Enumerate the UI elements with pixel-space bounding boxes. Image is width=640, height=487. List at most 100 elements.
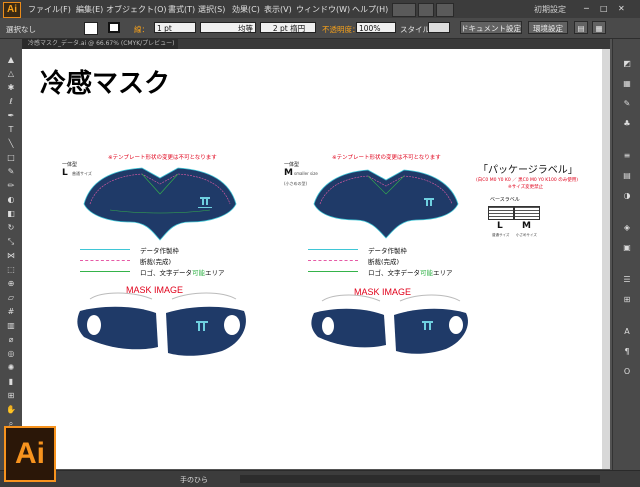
legend-trim: 断裁(完成) xyxy=(140,258,172,266)
layout-button[interactable] xyxy=(436,3,454,17)
gradient-panel-icon[interactable]: ▤ xyxy=(620,171,634,181)
type-label-right: 一体型 xyxy=(284,162,300,168)
selection-status: 選択なし xyxy=(6,25,36,34)
brush-select[interactable]: 2 pt 楕円 xyxy=(260,22,316,33)
lasso-tool-icon[interactable]: ℓ xyxy=(4,97,18,107)
package-size-l: L xyxy=(497,221,503,231)
graphic-styles-panel-icon[interactable]: ▣ xyxy=(620,243,634,253)
menu-effect[interactable]: 効果(C) xyxy=(232,4,260,15)
pen-tool-icon[interactable]: ✒ xyxy=(4,111,18,121)
character-panel-icon[interactable]: A xyxy=(620,327,634,337)
legend-logo-area: ロゴ、文字データ可能エリア xyxy=(140,267,225,277)
horizontal-scrollbar[interactable] xyxy=(240,475,600,483)
hand-tool-icon[interactable]: ✋ xyxy=(4,405,18,415)
scale-tool-icon[interactable]: ⤡ xyxy=(4,237,18,247)
perspective-grid-tool-icon[interactable]: ▱ xyxy=(4,293,18,303)
rectangle-tool-icon[interactable]: □ xyxy=(4,153,18,163)
width-tool-icon[interactable]: ⋈ xyxy=(4,251,18,261)
symbols-panel-icon[interactable]: ♣ xyxy=(620,119,634,129)
stroke-style-select[interactable]: 均等 xyxy=(200,22,256,33)
paragraph-panel-icon[interactable]: ¶ xyxy=(620,347,634,357)
legend-data-frame-right: データ作製枠 xyxy=(368,247,407,255)
maximize-icon[interactable]: □ xyxy=(600,4,608,13)
free-transform-tool-icon[interactable]: ⬚ xyxy=(4,265,18,275)
opentype-panel-icon[interactable]: O xyxy=(620,367,634,377)
close-icon[interactable]: ✕ xyxy=(618,4,625,13)
menu-file[interactable]: ファイル(F) xyxy=(28,4,71,15)
document-tab[interactable]: 冷感マスク_データ.ai @ 66.67% (CMYK/プレビュー) xyxy=(22,39,178,49)
rotate-tool-icon[interactable]: ↻ xyxy=(4,223,18,233)
tools-panel: ▲ △ ✱ ℓ ✒ T ╲ □ ✎ ✏ ◐ ◧ ↻ ⤡ ⋈ ⬚ ⊕ ▱ # ▥ … xyxy=(0,39,23,479)
menu-bar: Ai ファイル(F) 編集(E) オブジェクト(O) 書式(T) 選択(S) 効… xyxy=(0,0,640,18)
mask-image-right xyxy=(311,294,468,354)
legend-logo-area-prefix: ロゴ、文字データ xyxy=(140,269,192,277)
workspace-switcher[interactable]: 初期設定 xyxy=(534,4,566,15)
artboard[interactable]: 冷感マスク ※テンプレート形状の変更は不可となります 一体型 L 普通サイズ デ… xyxy=(22,49,610,469)
vertical-scrollbar[interactable] xyxy=(602,49,610,469)
gradient-tool-icon[interactable]: ▥ xyxy=(4,321,18,331)
menu-edit[interactable]: 編集(E) xyxy=(76,4,103,15)
stroke-label[interactable]: 線： xyxy=(134,24,149,35)
minimize-icon[interactable]: ─ xyxy=(584,4,589,13)
line-tool-icon[interactable]: ╲ xyxy=(4,139,18,149)
direct-selection-tool-icon[interactable]: △ xyxy=(4,69,18,79)
bridge-button[interactable] xyxy=(392,3,416,17)
opacity-field[interactable]: 100% xyxy=(356,22,396,33)
illustrator-logo: Ai xyxy=(4,426,56,482)
menu-object[interactable]: オブジェクト(O) xyxy=(106,4,167,15)
legend-logo-area-suffix-right: エリア xyxy=(433,269,453,277)
stroke-panel-icon[interactable]: ≡ xyxy=(620,151,634,161)
appearance-panel-icon[interactable]: ◈ xyxy=(620,223,634,233)
preferences-button[interactable]: 環境設定 xyxy=(528,21,568,34)
type-tool-icon[interactable]: T xyxy=(4,125,18,135)
blob-brush-tool-icon[interactable]: ◐ xyxy=(4,195,18,205)
eraser-tool-icon[interactable]: ◧ xyxy=(4,209,18,219)
mesh-tool-icon[interactable]: # xyxy=(4,307,18,317)
document-setup-button[interactable]: ドキュメント設定 xyxy=(460,21,522,34)
artboard-tool-icon[interactable]: ⊞ xyxy=(4,391,18,401)
menu-window[interactable]: ウィンドウ(W) xyxy=(296,4,350,15)
legend-data-frame: データ作製枠 xyxy=(140,247,179,255)
shape-builder-tool-icon[interactable]: ⊕ xyxy=(4,279,18,289)
menu-select[interactable]: 選択(S) xyxy=(198,4,225,15)
status-bar: 手のひら xyxy=(0,470,640,487)
color-panel-icon[interactable]: ◩ xyxy=(620,59,634,69)
stroke-swatch[interactable] xyxy=(108,22,120,33)
stroke-weight-field[interactable]: 1 pt xyxy=(154,22,196,33)
artboards-panel-icon[interactable]: ⊞ xyxy=(620,295,634,305)
document-tab-bar: 冷感マスク_データ.ai @ 66.67% (CMYK/プレビュー) xyxy=(22,39,610,49)
legend-line-trim xyxy=(80,260,130,261)
brushes-panel-icon[interactable]: ✎ xyxy=(620,99,634,109)
fill-swatch[interactable] xyxy=(84,22,98,35)
arrange-docs-button[interactable] xyxy=(418,3,434,17)
app-icon[interactable]: Ai xyxy=(3,2,21,18)
opacity-label[interactable]: 不透明度： xyxy=(322,24,360,35)
graph-tool-icon[interactable]: ▮ xyxy=(4,377,18,387)
menu-view[interactable]: 表示(V) xyxy=(264,4,292,15)
layers-panel-icon[interactable]: ☰ xyxy=(620,275,634,285)
swatches-panel-icon[interactable]: ▦ xyxy=(620,79,634,89)
eyedropper-tool-icon[interactable]: ⌀ xyxy=(4,335,18,345)
paintbrush-tool-icon[interactable]: ✎ xyxy=(4,167,18,177)
legend-line-logo-area xyxy=(80,271,130,272)
transform-icon[interactable]: ▦ xyxy=(592,21,606,34)
legend-logo-area-right: ロゴ、文字データ可能エリア xyxy=(368,267,453,277)
legend-logo-area-suffix: エリア xyxy=(205,269,225,277)
legend-logo-area-prefix-right: ロゴ、文字データ xyxy=(368,269,420,277)
transparency-panel-icon[interactable]: ◑ xyxy=(620,191,634,201)
legend-line-trim-right xyxy=(308,260,358,261)
selection-tool-icon[interactable]: ▲ xyxy=(4,55,18,65)
blend-tool-icon[interactable]: ◎ xyxy=(4,349,18,359)
align-icon[interactable]: ▤ xyxy=(574,21,588,34)
magic-wand-tool-icon[interactable]: ✱ xyxy=(4,83,18,93)
symbol-sprayer-tool-icon[interactable]: ✺ xyxy=(4,363,18,373)
style-swatch[interactable] xyxy=(428,22,450,33)
mask-template-left xyxy=(83,167,237,241)
menu-type[interactable]: 書式(T) xyxy=(168,4,195,15)
pencil-tool-icon[interactable]: ✏ xyxy=(4,181,18,191)
menu-help[interactable]: ヘルプ(H) xyxy=(352,4,388,15)
legend-line-data-frame xyxy=(80,249,130,250)
package-size-m-note: 小さめサイズ xyxy=(516,233,537,237)
mask-image-left xyxy=(77,292,246,356)
notice-left: ※テンプレート形状の変更は不可となります xyxy=(108,155,217,161)
